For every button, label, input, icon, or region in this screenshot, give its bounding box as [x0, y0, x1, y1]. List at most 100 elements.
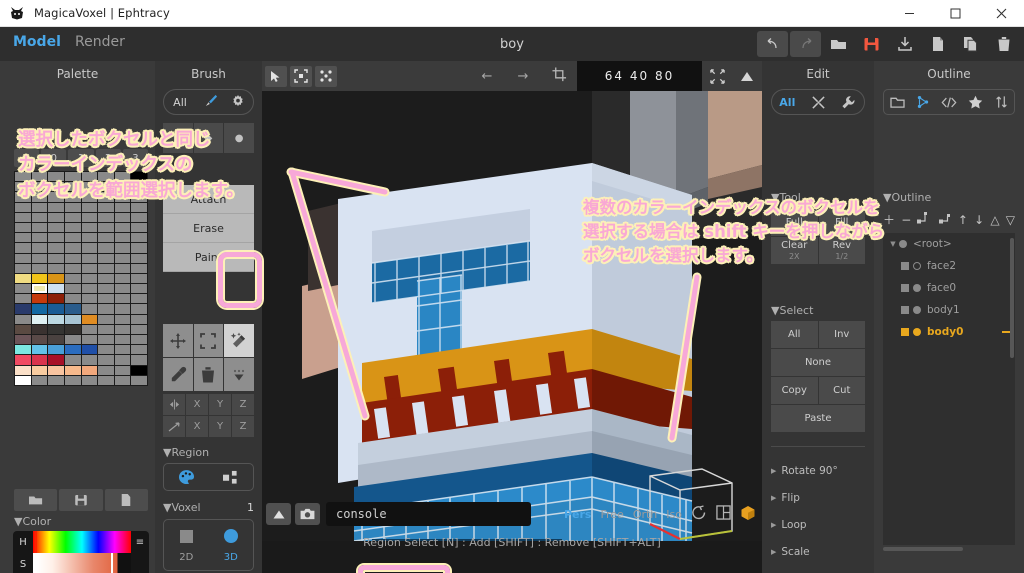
outline-node-visibility-box[interactable]: [901, 284, 909, 292]
sort-icon[interactable]: [988, 95, 1014, 109]
viewport[interactable]: ← → 64 40 80 console Pers Free Orth Iso …: [262, 61, 762, 573]
close-button[interactable]: [978, 0, 1024, 27]
palette-swatch[interactable]: [131, 243, 147, 253]
outline-node-visibility-box[interactable]: [901, 262, 909, 270]
projection-free[interactable]: Free: [600, 508, 623, 521]
palette-swatch[interactable]: [31, 365, 48, 375]
edit-tool-fill[interactable]: Fill: [818, 209, 865, 236]
mirror-axis-grid[interactable]: XYZ XYZ: [163, 394, 254, 437]
palette-swatch[interactable]: [31, 375, 48, 385]
brush-shape-mode-1[interactable]: ◆: [193, 123, 224, 153]
palette-swatch[interactable]: [114, 314, 131, 324]
select-buttons[interactable]: All Inv None Copy Cut Paste: [771, 321, 865, 432]
hsv-sliders[interactable]: H ≡ S V ●: [13, 531, 149, 573]
minimize-button[interactable]: [886, 0, 932, 27]
palette-swatch[interactable]: [114, 192, 131, 202]
palette-swatch[interactable]: [81, 345, 98, 355]
region-color-icon[interactable]: [164, 469, 209, 485]
palette-swatch[interactable]: [98, 284, 114, 294]
orbit-icon[interactable]: [691, 505, 707, 523]
palette-swatch[interactable]: [48, 324, 64, 335]
palette-swatch[interactable]: [131, 182, 147, 192]
palette-page-1[interactable]: 1: [68, 149, 94, 167]
chevron-down-icon[interactable]: [224, 358, 254, 391]
palette-swatch[interactable]: [15, 324, 31, 335]
next-frame-button[interactable]: →: [505, 69, 541, 84]
palette-swatch[interactable]: [15, 202, 31, 212]
palette-swatch[interactable]: [64, 273, 81, 284]
mirror-axis-y-1[interactable]: Y: [209, 416, 231, 437]
palette-swatch[interactable]: [15, 314, 31, 324]
palette-swatch[interactable]: [114, 355, 131, 365]
palette-swatch[interactable]: [98, 182, 114, 192]
palette-swatch[interactable]: [15, 253, 31, 263]
palette-swatch[interactable]: [31, 182, 48, 192]
mirror-axis-z-1[interactable]: Z: [232, 416, 254, 437]
palette-swatch[interactable]: [64, 233, 81, 243]
palette-swatch[interactable]: [64, 365, 81, 375]
palette-swatch[interactable]: [15, 222, 31, 233]
palette-swatch[interactable]: [81, 335, 98, 345]
import-icon[interactable]: [889, 31, 920, 57]
select-paste[interactable]: Paste: [771, 405, 865, 432]
select-all[interactable]: All: [771, 321, 818, 348]
diagonal-icon[interactable]: [163, 416, 185, 437]
palette-swatch[interactable]: [48, 263, 64, 273]
move-up-icon[interactable]: ↑: [958, 213, 968, 227]
move-down-icon[interactable]: ↓: [974, 213, 984, 227]
palette-swatch[interactable]: [15, 192, 31, 202]
palette-swatch[interactable]: [31, 243, 48, 253]
cube-gold-icon[interactable]: [740, 505, 756, 524]
palette-swatch[interactable]: [98, 263, 114, 273]
paintbrush-icon[interactable]: [196, 93, 224, 112]
outline-horizontal-scrollbar[interactable]: [883, 547, 963, 551]
palette-page-arrow[interactable]: ▶: [14, 149, 40, 167]
palette-swatch[interactable]: [131, 375, 147, 385]
palette-swatch[interactable]: [131, 284, 147, 294]
palette-swatch[interactable]: [31, 294, 48, 304]
palette-swatch[interactable]: [15, 243, 31, 253]
palette-swatch[interactable]: [131, 222, 147, 233]
outline-node-face2[interactable]: face2: [883, 255, 1015, 277]
voxel-render[interactable]: [262, 91, 762, 542]
palette-swatch[interactable]: [81, 304, 98, 314]
palette-swatch[interactable]: [114, 304, 131, 314]
brush-shape-modes[interactable]: ■ ◆ ●: [163, 123, 254, 153]
select-inv[interactable]: Inv: [818, 321, 865, 348]
palette-swatch[interactable]: [131, 365, 147, 375]
mirror-axis-y-0[interactable]: Y: [209, 394, 231, 415]
palette-page-2[interactable]: 2: [95, 149, 121, 167]
palette-swatch[interactable]: [131, 314, 147, 324]
mode-2d-button[interactable]: 2D: [164, 520, 209, 570]
palette-swatch[interactable]: [131, 212, 147, 222]
tab-model[interactable]: Model: [13, 34, 61, 50]
palette-swatch[interactable]: [64, 202, 81, 212]
outline-tree[interactable]: ▼ <root> face2 face0 body1 body0: [883, 233, 1015, 545]
outline-node-dot[interactable]: [899, 240, 907, 248]
outline-node-minus-icon[interactable]: [1002, 331, 1010, 333]
palette-swatch[interactable]: [48, 182, 64, 192]
palette-swatch[interactable]: [15, 294, 31, 304]
palette-swatch[interactable]: [81, 263, 98, 273]
expand-icon[interactable]: △: [990, 213, 999, 227]
palette-swatch[interactable]: [98, 375, 114, 385]
palette-swatch[interactable]: [31, 172, 48, 182]
palette-swatch[interactable]: [98, 314, 114, 324]
palette-swatch[interactable]: [48, 365, 64, 375]
palette-swatch[interactable]: [98, 304, 114, 314]
palette-swatch[interactable]: [48, 335, 64, 345]
projection-iso[interactable]: Iso: [666, 508, 682, 521]
palette-swatch[interactable]: [114, 222, 131, 233]
palette-swatch[interactable]: [31, 202, 48, 212]
palette-swatch[interactable]: [15, 172, 31, 182]
palette-swatch[interactable]: [64, 304, 81, 314]
palette-swatch[interactable]: [114, 273, 131, 284]
magic-wand-tool-icon[interactable]: [224, 324, 254, 357]
outline-section-header[interactable]: ▼Outline: [883, 191, 931, 204]
palette-swatch[interactable]: [15, 345, 31, 355]
palette-swatch[interactable]: [15, 375, 31, 385]
palette-swatch[interactable]: [48, 294, 64, 304]
palette-page-3[interactable]: 3: [122, 149, 149, 167]
code-icon[interactable]: [936, 96, 962, 109]
open-file-icon[interactable]: [823, 31, 854, 57]
